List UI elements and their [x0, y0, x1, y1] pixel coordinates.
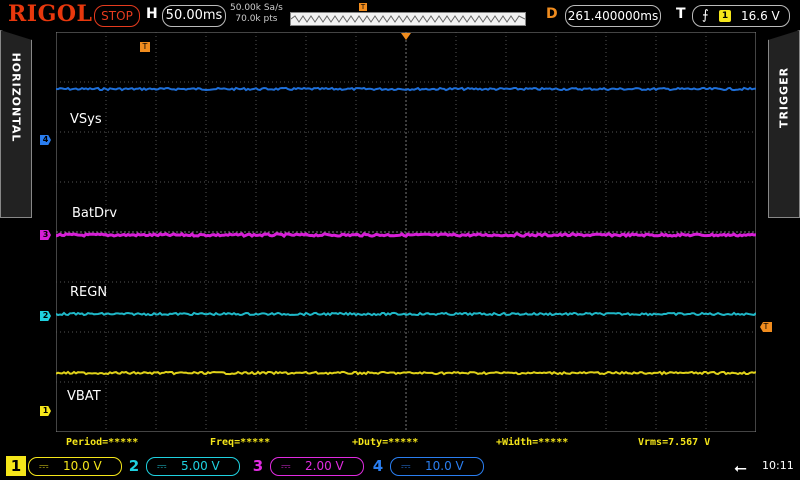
measurement-width[interactable]: +Width=*****	[496, 437, 568, 448]
trigger-tab[interactable]: TRIGGER	[768, 30, 800, 218]
horizontal-tab[interactable]: HORIZONTAL	[0, 30, 32, 218]
dc-coupling-icon: ⎓	[401, 459, 411, 473]
trace-label-regn: REGN	[70, 285, 108, 300]
trigger-tab-label: TRIGGER	[777, 66, 791, 129]
trigger-offset-marker: T	[140, 42, 150, 52]
channel-3-box: ⎓ 2.00 V	[270, 457, 364, 476]
ch2-offset-marker[interactable]: 2	[40, 311, 51, 321]
measurement-period[interactable]: Period=*****	[66, 437, 138, 448]
rising-edge-icon: ⨍	[702, 8, 709, 23]
sample-info: 50.00k Sa/s 70.0k pts	[230, 3, 283, 25]
clock: 10:11	[762, 459, 794, 472]
channel-2-box: ⎓ 5.00 V	[146, 457, 240, 476]
channel-3-number: 3	[252, 457, 264, 475]
sample-rate: 50.00k Sa/s	[230, 3, 283, 13]
trigger-settings[interactable]: ⨍ 1 16.6 V	[692, 5, 790, 27]
trigger-time-marker-icon	[401, 33, 411, 40]
trace-label-vbat: VBAT	[67, 389, 101, 404]
waveform-overview[interactable]	[290, 12, 526, 26]
measurement-vrms[interactable]: Vrms=7.567 V	[638, 437, 710, 448]
memory-depth: 70.0k pts	[235, 14, 278, 24]
channel-bar: 1 ⎓ 10.0 V 2 ⎓ 5.00 V 3 ⎓ 2.00 V 4 ⎓ 10.…	[0, 452, 800, 480]
dc-coupling-icon: ⎓	[39, 459, 49, 473]
measurement-duty[interactable]: +Duty=*****	[352, 437, 418, 448]
usb-icon: ⭠	[734, 458, 747, 477]
channel-1-box: ⎓ 10.0 V	[28, 457, 122, 476]
channel-1-scale: 10.0 V	[63, 459, 102, 473]
channel-1-number: 1	[6, 456, 26, 476]
horizontal-tab-label: HORIZONTAL	[9, 52, 23, 143]
trace-label-vsys: VSys	[70, 112, 102, 127]
run-stop-status[interactable]: STOP	[94, 5, 140, 27]
channel-3-scale: 2.00 V	[305, 459, 344, 473]
channel-4-box: ⎓ 10.0 V	[390, 457, 484, 476]
trace-ch3	[56, 232, 756, 239]
trigger-position-marker: T	[359, 3, 367, 11]
waveform-grid[interactable]	[56, 32, 756, 432]
channel-4-number: 4	[372, 457, 384, 475]
channel-2-scale: 5.00 V	[181, 459, 220, 473]
delay-label: D	[546, 6, 558, 22]
ch4-offset-marker[interactable]: 4	[40, 135, 51, 145]
brand-logo: RIGOL	[8, 1, 93, 27]
trigger-level: 16.6 V	[741, 9, 780, 23]
dc-coupling-icon: ⎓	[157, 459, 167, 473]
horizontal-label: H	[146, 6, 158, 22]
trigger-label: T	[676, 6, 686, 22]
channel-2-number: 2	[128, 457, 140, 475]
top-bar: RIGOL STOP H 50.00ms 50.00k Sa/s 70.0k p…	[0, 0, 800, 30]
trace-label-batdrv: BatDrv	[72, 206, 118, 221]
trigger-level-marker[interactable]: T	[760, 322, 772, 332]
ch1-offset-marker[interactable]: 1	[40, 406, 51, 416]
measurement-freq[interactable]: Freq=*****	[210, 437, 270, 448]
trigger-source: 1	[719, 10, 731, 22]
dc-coupling-icon: ⎓	[281, 459, 291, 473]
channel-4-scale: 10.0 V	[425, 459, 464, 473]
delay-value[interactable]: 261.400000ms	[565, 5, 661, 27]
timebase-value[interactable]: 50.00ms	[162, 5, 226, 27]
ch3-offset-marker[interactable]: 3	[40, 230, 51, 240]
